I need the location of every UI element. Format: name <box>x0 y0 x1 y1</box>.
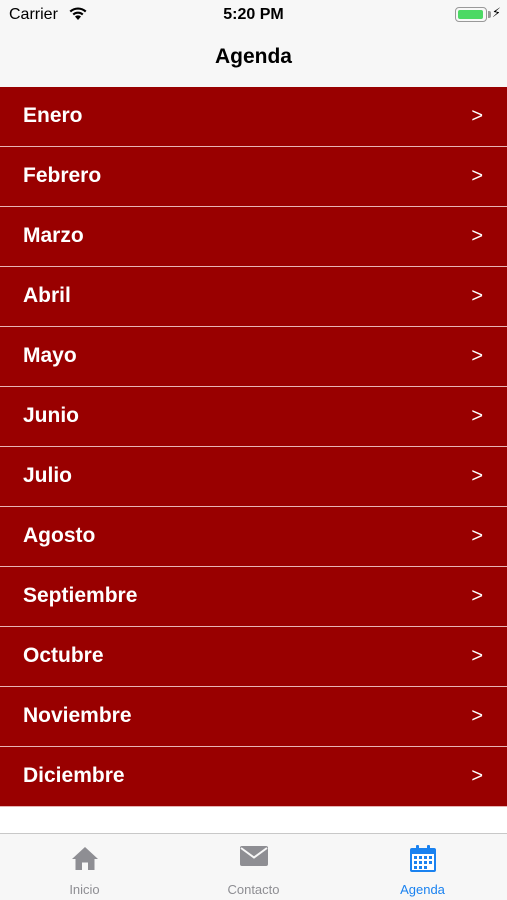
clock: 5:20 PM <box>223 6 284 23</box>
chevron-right-icon: > <box>471 225 483 247</box>
month-label: Junio <box>23 404 79 427</box>
page-title: Agenda <box>214 45 292 68</box>
chevron-right-icon: > <box>471 345 483 367</box>
month-label: Marzo <box>23 224 84 247</box>
battery-level <box>458 10 483 19</box>
month-label: Noviembre <box>23 704 132 727</box>
month-row-septiembre[interactable]: Septiembre > <box>0 567 507 627</box>
chevron-right-icon: > <box>471 165 483 187</box>
navigation-bar: Agenda <box>0 30 507 88</box>
month-row-febrero[interactable]: Febrero > <box>0 147 507 207</box>
month-label: Septiembre <box>23 584 138 607</box>
battery-icon <box>455 7 487 22</box>
month-row-abril[interactable]: Abril > <box>0 267 507 327</box>
month-row-junio[interactable]: Junio > <box>0 387 507 447</box>
month-label: Mayo <box>23 344 77 367</box>
month-row-diciembre[interactable]: Diciembre > <box>0 747 507 807</box>
tab-label: Inicio <box>69 882 100 897</box>
month-label: Febrero <box>23 164 102 187</box>
month-row-noviembre[interactable]: Noviembre > <box>0 687 507 747</box>
month-label: Julio <box>23 464 73 487</box>
month-row-enero[interactable]: Enero > <box>0 87 507 147</box>
month-label: Agosto <box>23 524 96 547</box>
month-list: Enero > Febrero > Marzo > Abril > Mayo > Junio > Jul… <box>0 87 507 807</box>
home-icon <box>0 845 169 873</box>
chevron-right-icon: > <box>471 105 483 127</box>
month-row-mayo[interactable]: Mayo > <box>0 327 507 387</box>
month-label: Octubre <box>23 644 104 667</box>
tab-label: Contacto <box>227 882 280 897</box>
month-row-marzo[interactable]: Marzo > <box>0 207 507 267</box>
status-bar: Carrier 5:20 PM ⚡ <box>0 0 507 30</box>
month-label: Enero <box>23 104 83 127</box>
chevron-right-icon: > <box>471 285 483 307</box>
battery-tip <box>488 11 491 18</box>
month-label: Abril <box>23 284 71 307</box>
tab-contacto[interactable]: Contacto <box>169 834 338 900</box>
tab-label: Agenda <box>400 882 445 897</box>
calendar-icon <box>338 845 507 873</box>
chevron-right-icon: > <box>471 405 483 427</box>
chevron-right-icon: > <box>471 465 483 487</box>
month-row-octubre[interactable]: Octubre > <box>0 627 507 687</box>
chevron-right-icon: > <box>471 705 483 727</box>
month-row-julio[interactable]: Julio > <box>0 447 507 507</box>
tab-bar: Inicio Contacto Agenda <box>0 833 507 900</box>
month-row-agosto[interactable]: Agosto > <box>0 507 507 567</box>
charging-bolt-icon: ⚡ <box>491 5 501 20</box>
mail-icon <box>169 845 338 873</box>
tab-agenda[interactable]: Agenda <box>338 834 507 900</box>
month-label: Diciembre <box>23 764 125 787</box>
chevron-right-icon: > <box>471 645 483 667</box>
chevron-right-icon: > <box>471 585 483 607</box>
chevron-right-icon: > <box>471 765 483 787</box>
chevron-right-icon: > <box>471 525 483 547</box>
tab-inicio[interactable]: Inicio <box>0 834 169 900</box>
